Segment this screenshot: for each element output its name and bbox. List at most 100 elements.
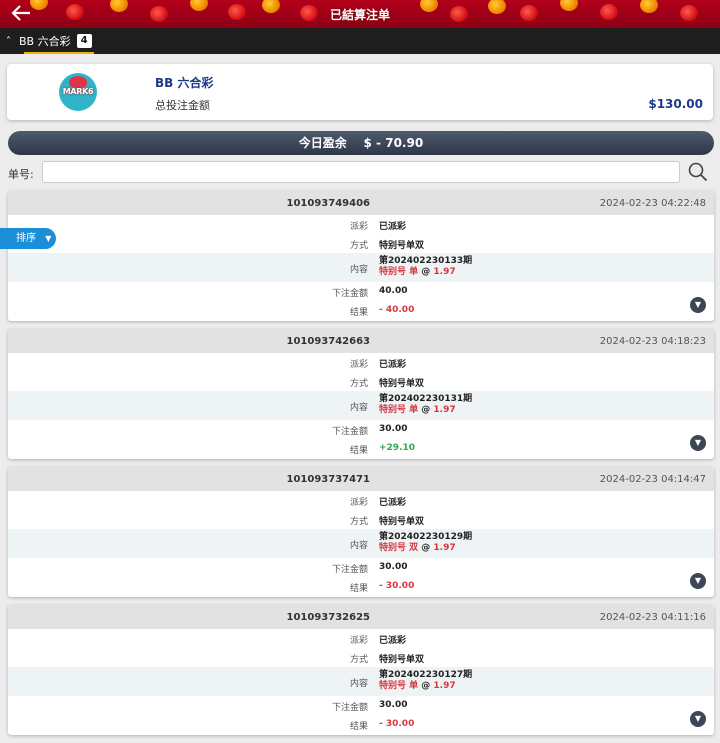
search-icon[interactable]	[688, 162, 708, 182]
content-value: 第202402230127期 特别号 单 @ 1.97	[379, 670, 472, 692]
total-bet-amount: $130.00	[648, 97, 703, 111]
order-number-label: 单号:	[8, 168, 34, 181]
status-label: 派彩	[349, 498, 368, 508]
method-label: 方式	[349, 241, 368, 251]
record-row-amount: 下注金额 40.00	[8, 282, 714, 301]
odds-at: @	[418, 543, 434, 553]
chevron-down-icon: ▼	[45, 234, 52, 243]
result-label: 结果	[349, 308, 368, 318]
content-value: 第202402230131期 特别号 单 @ 1.97	[379, 394, 472, 416]
status-label: 派彩	[349, 222, 368, 232]
chevron-up-icon: ˄	[6, 35, 11, 47]
amount-value: 30.00	[379, 700, 408, 710]
expand-chevron-icon[interactable]: ▼	[690, 435, 706, 451]
content-label: 内容	[349, 679, 368, 689]
odds-value: 1.97	[433, 543, 456, 553]
result-value: - 30.00	[379, 581, 415, 591]
result-value: - 40.00	[379, 305, 415, 315]
record-row-amount: 下注金额 30.00	[8, 696, 714, 715]
record-row-status: 派彩 已派彩	[8, 353, 714, 372]
odds-at: @	[418, 405, 434, 415]
amount-label: 下注金额	[331, 427, 368, 437]
amount-value: 30.00	[379, 424, 408, 434]
record-row-content: 内容 第202402230127期 特别号 单 @ 1.97	[8, 667, 714, 696]
result-label: 结果	[349, 446, 368, 456]
record-time: 2024-02-23 04:14:47	[599, 474, 706, 485]
record-time: 2024-02-23 04:22:48	[599, 198, 706, 209]
result-value: +29.10	[379, 443, 416, 453]
odds-value: 1.97	[433, 267, 456, 277]
record-row-content: 内容 第202402230133期 特别号 单 @ 1.97	[8, 253, 714, 282]
expand-chevron-icon[interactable]: ▼	[690, 573, 706, 589]
expand-chevron-icon[interactable]: ▼	[690, 711, 706, 727]
record-order-id: 101093732625	[286, 612, 371, 623]
sort-button[interactable]: 排序 ▼	[0, 228, 56, 249]
status-value: 已派彩	[379, 636, 407, 646]
record-time: 2024-02-23 04:11:16	[599, 612, 706, 623]
order-number-input[interactable]	[42, 161, 680, 183]
record-order-id: 101093742663	[286, 336, 371, 347]
header-banner: 已結算注单	[0, 0, 720, 28]
record-row-status: 派彩 已派彩	[8, 629, 714, 648]
page-title: 已結算注单	[329, 8, 390, 22]
profit-label: 今日盈余	[298, 136, 347, 150]
bet-selection: 特别号 单	[379, 267, 419, 277]
method-label: 方式	[349, 517, 368, 527]
bet-record-card: 101093749406 2024-02-23 04:22:48 派彩 已派彩方式特别…	[8, 191, 714, 321]
method-value: 特别号单双	[379, 655, 425, 665]
status-label: 派彩	[349, 360, 368, 370]
record-header: 101093742663 2024-02-23 04:18:23	[8, 329, 714, 353]
tab-label: BB 六合彩	[19, 35, 71, 48]
record-row-status: 派彩 已派彩	[8, 215, 714, 234]
record-row-content: 内容 第202402230131期 特别号 单 @ 1.97	[8, 391, 714, 420]
bet-record-card: 101093742663 2024-02-23 04:18:23 派彩 已派彩方式 特别…	[8, 329, 714, 459]
content-value: 第202402230129期 特别号 双 @ 1.97	[379, 532, 472, 554]
record-header: 101093732625 2024-02-23 04:11:16	[8, 605, 714, 629]
summary-card: MARK6 BB 六合彩 总投注金额 $130.00	[7, 64, 713, 120]
result-label: 结果	[349, 722, 368, 732]
status-value: 已派彩	[379, 222, 407, 232]
amount-value: 40.00	[379, 286, 408, 296]
total-bet-label: 总投注金额	[155, 99, 210, 112]
method-value: 特别号单双	[379, 379, 425, 389]
result-value: - 30.00	[379, 719, 415, 729]
method-value: 特别号单双	[379, 517, 425, 527]
tab-count-badge: 4	[76, 34, 92, 48]
tab-bb-lottery[interactable]: ˄ BB 六合彩 4	[0, 28, 96, 54]
record-row-result: 结果 - 30.00	[8, 577, 714, 596]
record-row-result: 结果 +29.10	[8, 439, 714, 458]
draw-number: 第202402230129期	[379, 532, 473, 542]
record-order-id: 101093749406	[286, 198, 371, 209]
bet-record-card: 101093732625 2024-02-23 04:11:16 派彩 已派彩方式 特别…	[8, 605, 714, 735]
amount-label: 下注金额	[331, 703, 368, 713]
record-row-content: 内容 第202402230129期 特别号 双 @ 1.97	[8, 529, 714, 558]
record-row-amount: 下注金额 30.00	[8, 558, 714, 577]
record-header: 101093749406 2024-02-23 04:22:48	[8, 191, 714, 215]
profit-value: $ - 70.90	[363, 136, 424, 150]
expand-chevron-icon[interactable]: ▼	[690, 297, 706, 313]
method-label: 方式	[349, 379, 368, 389]
record-order-id: 101093737471	[286, 474, 371, 485]
odds-at: @	[418, 267, 434, 277]
status-value: 已派彩	[379, 360, 407, 370]
status-value: 已派彩	[379, 498, 407, 508]
odds-at: @	[418, 681, 434, 691]
daily-profit-bar: 今日盈余 $ - 70.90	[8, 131, 714, 155]
bet-record-card: 101093737471 2024-02-23 04:14:47 派彩 已派彩 方式 特别…	[8, 467, 714, 597]
content-label: 内容	[349, 265, 368, 275]
game-name: BB 六合彩	[155, 76, 214, 90]
record-row-method: 方式 特别号单双	[8, 648, 714, 667]
content-label: 内容	[349, 403, 368, 413]
tab-bar: ˄ BB 六合彩 4	[0, 28, 720, 54]
bet-selection: 特别号 双	[379, 543, 419, 553]
amount-value: 30.00	[379, 562, 408, 572]
record-row-amount: 下注金额 30.00	[8, 420, 714, 439]
sort-label: 排序	[16, 233, 36, 244]
amount-label: 下注金额	[331, 565, 368, 575]
record-row-status: 派彩 已派彩	[8, 491, 714, 510]
amount-label: 下注金额	[331, 289, 368, 299]
odds-value: 1.97	[433, 681, 456, 691]
record-row-result: 结果 - 30.00	[8, 715, 714, 734]
record-header: 101093737471 2024-02-23 04:14:47	[8, 467, 714, 491]
method-label: 方式	[349, 655, 368, 665]
